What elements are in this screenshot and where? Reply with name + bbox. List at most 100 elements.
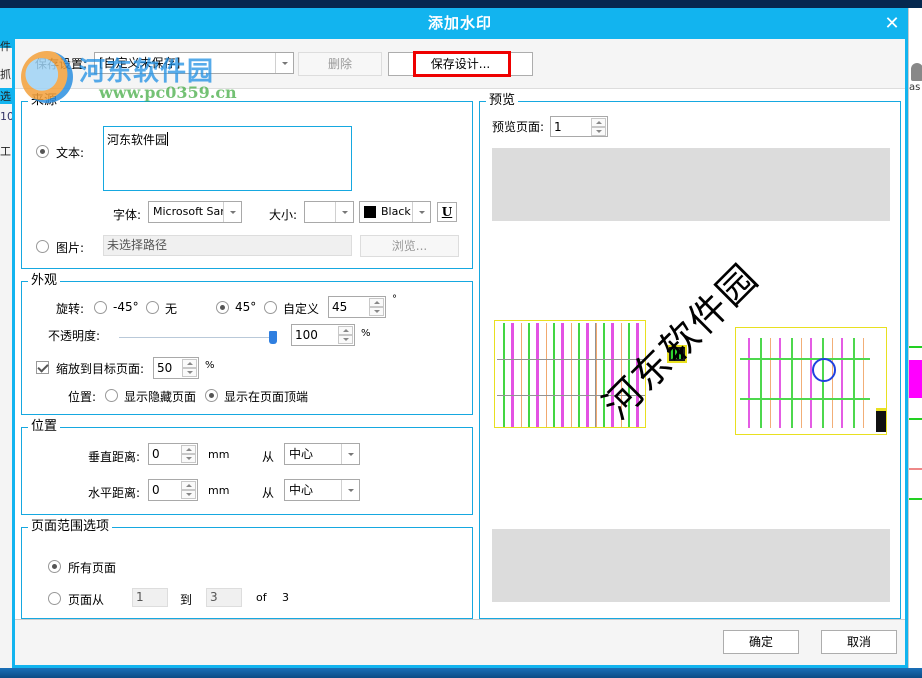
desktop-top-bar bbox=[0, 0, 922, 8]
show-hidden-pages-radio[interactable] bbox=[105, 389, 118, 402]
rotation-radio-minus45[interactable] bbox=[94, 301, 107, 314]
preview-page: 河东软件园 bbox=[492, 255, 890, 442]
percent-unit: % bbox=[361, 328, 371, 339]
vertical-from-dropdown[interactable]: 中心 bbox=[284, 443, 360, 465]
chevron-down-icon[interactable] bbox=[341, 480, 359, 500]
preview-page-label: 预览页面: bbox=[492, 120, 545, 134]
spin-up-icon[interactable] bbox=[181, 445, 196, 454]
vertical-distance-stepper[interactable]: 0 bbox=[148, 443, 198, 465]
horizontal-distance-label: 水平距离: bbox=[88, 486, 141, 500]
opacity-slider-thumb[interactable] bbox=[269, 331, 277, 344]
background-drawing bbox=[909, 338, 922, 578]
opacity-slider-track[interactable] bbox=[119, 337, 275, 338]
font-dropdown[interactable]: Microsoft Sans bbox=[148, 201, 242, 223]
site-logo-url: www.pc0359.cn bbox=[99, 83, 237, 102]
cancel-button[interactable]: 取消 bbox=[821, 630, 897, 654]
highlight-box bbox=[413, 51, 511, 77]
unit-label: mm bbox=[208, 484, 230, 497]
show-on-top-radio[interactable] bbox=[205, 389, 218, 402]
spin-down-icon[interactable] bbox=[181, 490, 196, 499]
scale-checkbox[interactable] bbox=[36, 361, 49, 374]
ok-button[interactable]: 确定 bbox=[723, 630, 799, 654]
opacity-stepper[interactable]: 100 bbox=[291, 324, 355, 346]
image-path-input[interactable]: 未选择路径 bbox=[103, 235, 352, 256]
rotation-option-label: 无 bbox=[165, 302, 178, 316]
rotation-option-label: -45° bbox=[113, 300, 139, 314]
page-to-input[interactable]: 3 bbox=[206, 588, 242, 607]
custom-rotation-stepper[interactable]: 45 bbox=[328, 296, 386, 318]
all-pages-radio[interactable] bbox=[48, 560, 61, 573]
spin-up-icon[interactable] bbox=[369, 298, 384, 307]
bg-label: 抓 bbox=[0, 68, 11, 81]
image-radio[interactable] bbox=[36, 240, 49, 253]
position-option-label: 显示在页面顶端 bbox=[224, 390, 309, 404]
page-range-group: 页面范围选项 所有页面 页面从 1 到 3 of 3 bbox=[21, 519, 473, 619]
scale-stepper[interactable]: 50 bbox=[153, 357, 199, 379]
browse-button[interactable]: 浏览... bbox=[360, 235, 459, 257]
background-app-left: 件 抓 选 10 工 bbox=[0, 8, 12, 678]
rotation-label: 旋转: bbox=[56, 302, 85, 316]
spin-down-icon[interactable] bbox=[338, 335, 353, 344]
site-logo-icon bbox=[21, 51, 73, 103]
pages-from-label: 页面从 bbox=[68, 593, 105, 607]
taskbar bbox=[0, 668, 922, 678]
rotation-radio-none[interactable] bbox=[146, 301, 159, 314]
add-watermark-dialog: 添加水印 ✕ 保存设置: [自定义未保存] 删除 保存设计... 来源 文本: … bbox=[12, 8, 908, 668]
horizontal-from-dropdown[interactable]: 中心 bbox=[284, 479, 360, 501]
color-dropdown[interactable]: Black bbox=[359, 201, 431, 223]
spin-down-icon[interactable] bbox=[369, 307, 384, 316]
to-label: 到 bbox=[180, 593, 193, 607]
preview-top-margin bbox=[492, 148, 890, 221]
all-pages-label: 所有页面 bbox=[68, 561, 117, 575]
spin-up-icon[interactable] bbox=[182, 359, 197, 368]
chevron-down-icon[interactable] bbox=[412, 202, 430, 222]
spin-down-icon[interactable] bbox=[182, 368, 197, 377]
page-range-radio[interactable] bbox=[48, 592, 61, 605]
appearance-title: 外观 bbox=[28, 273, 61, 289]
page-from-input[interactable]: 1 bbox=[132, 588, 168, 607]
rotation-option-label: 自定义 bbox=[283, 302, 320, 316]
spin-down-icon[interactable] bbox=[181, 454, 196, 463]
vertical-distance-label: 垂直距离: bbox=[88, 450, 141, 464]
avatar-icon bbox=[911, 63, 922, 81]
size-label: 大小: bbox=[269, 208, 298, 222]
appearance-group: 外观 旋转: -45° 无 45° 自定义 45 ° 不透明度: 100 % 缩… bbox=[21, 273, 473, 415]
rotation-option-label: 45° bbox=[235, 300, 257, 314]
dialog-body: 保存设置: [自定义未保存] 删除 保存设计... 来源 文本: 河东软件园 字… bbox=[15, 39, 905, 665]
position-group: 位置 垂直距离: 0 mm 从 中心 水平距离: 0 mm 从 中心 bbox=[21, 419, 473, 515]
horizontal-distance-stepper[interactable]: 0 bbox=[148, 479, 198, 501]
preview-group: 预览 预览页面: 1 河东软件园 bbox=[479, 93, 901, 619]
bg-label: 工 bbox=[0, 145, 11, 158]
from-label: 从 bbox=[262, 486, 275, 500]
chevron-down-icon[interactable] bbox=[341, 444, 359, 464]
page-range-title: 页面范围选项 bbox=[28, 519, 113, 535]
watermark-text-input[interactable]: 河东软件园 bbox=[103, 126, 352, 191]
spin-down-icon[interactable] bbox=[591, 127, 606, 136]
chevron-down-icon[interactable] bbox=[335, 202, 353, 222]
spin-up-icon[interactable] bbox=[181, 481, 196, 490]
dialog-footer: 确定 取消 bbox=[15, 619, 905, 665]
total-pages: 3 bbox=[282, 591, 289, 604]
dialog-title: 添加水印 bbox=[427, 14, 492, 32]
size-dropdown[interactable] bbox=[304, 201, 354, 223]
underline-button[interactable]: U bbox=[437, 202, 457, 222]
image-label: 图片: bbox=[56, 241, 85, 255]
delete-button[interactable]: 删除 bbox=[298, 52, 382, 76]
background-app-right: as bbox=[908, 8, 922, 678]
percent-unit: % bbox=[205, 360, 215, 371]
preview-page-stepper[interactable]: 1 bbox=[550, 116, 608, 137]
chevron-down-icon[interactable] bbox=[223, 202, 241, 222]
scale-label: 缩放到目标页面: bbox=[56, 362, 145, 376]
spin-up-icon[interactable] bbox=[591, 118, 606, 127]
close-icon[interactable]: ✕ bbox=[882, 14, 902, 34]
rotation-radio-45[interactable] bbox=[216, 301, 229, 314]
degree-unit: ° bbox=[392, 294, 397, 305]
spin-up-icon[interactable] bbox=[338, 326, 353, 335]
chevron-down-icon[interactable] bbox=[275, 53, 293, 73]
bg-label: 件 bbox=[0, 40, 11, 53]
position-option-label: 显示隐藏页面 bbox=[124, 390, 197, 404]
text-radio[interactable] bbox=[36, 145, 49, 158]
title-bar[interactable]: 添加水印 ✕ bbox=[12, 8, 908, 39]
rotation-radio-custom[interactable] bbox=[264, 301, 277, 314]
of-label: of bbox=[256, 591, 267, 604]
